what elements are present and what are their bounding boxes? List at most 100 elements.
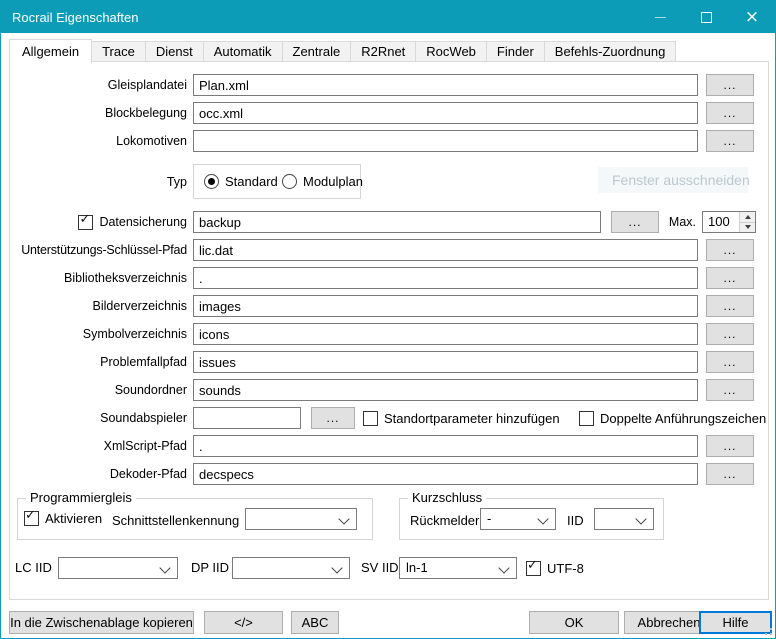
- symbolverzeichnis-label: Symbolverzeichnis: [7, 323, 187, 345]
- radio-standard[interactable]: Standard: [204, 174, 278, 189]
- bibliotheksverzeichnis-browse-button[interactable]: ...: [706, 267, 754, 289]
- sv-iid-value: ln-1: [406, 560, 428, 575]
- lokomotiven-input[interactable]: [193, 130, 698, 152]
- minimize-icon: [655, 17, 666, 18]
- soundordner-input[interactable]: [193, 379, 698, 401]
- tab-r2rnet[interactable]: R2Rnet: [351, 41, 416, 62]
- lc-iid-combo[interactable]: [58, 557, 178, 579]
- kurzschluss-title: Kurzschluss: [408, 490, 486, 506]
- bilderverzeichnis-browse-button[interactable]: ...: [706, 295, 754, 317]
- unterstuetzungs-schluessel-pfad-input[interactable]: [193, 239, 698, 261]
- schnittstellenkennung-combo[interactable]: [245, 508, 357, 530]
- code-button[interactable]: </>: [204, 611, 283, 634]
- standortparameter-label: Standortparameter hinzufügen: [384, 411, 560, 426]
- maximize-button[interactable]: [683, 1, 729, 33]
- gleisplandatei-input[interactable]: [193, 74, 698, 96]
- problemfallpfad-browse-button[interactable]: ...: [706, 351, 754, 373]
- xmlscript-pfad-input[interactable]: [193, 435, 698, 457]
- bibliotheksverzeichnis-input[interactable]: [193, 267, 698, 289]
- resize-grip-icon[interactable]: [760, 623, 772, 635]
- doppelte-anfuehrungszeichen-checkbox[interactable]: Doppelte Anführungszeichen: [579, 407, 766, 429]
- max-value[interactable]: 100: [703, 212, 739, 232]
- abc-button[interactable]: ABC: [291, 611, 339, 634]
- spin-down-icon: [745, 225, 751, 229]
- tab-trace[interactable]: Trace: [92, 41, 146, 62]
- window-title: Rocrail Eigenschaften: [1, 10, 637, 25]
- dekoder-pfad-browse-button[interactable]: ...: [706, 463, 754, 485]
- aktivieren-checkbox-icon[interactable]: ✓: [24, 511, 39, 526]
- doppelte-anfuehrungszeichen-checkbox-icon[interactable]: [579, 411, 594, 426]
- radio-standard-label: Standard: [225, 174, 278, 189]
- rueckmelder-combo[interactable]: -: [480, 508, 556, 530]
- maximize-icon: [701, 12, 712, 23]
- backup-input[interactable]: [193, 211, 601, 233]
- unterstuetzungs-schluessel-pfad-browse-button[interactable]: ...: [706, 239, 754, 261]
- titlebar: Rocrail Eigenschaften ×: [1, 1, 775, 33]
- tab-befehls-zuordnung[interactable]: Befehls-Zuordnung: [545, 41, 677, 62]
- chevron-down-icon: [537, 513, 548, 524]
- sv-iid-combo[interactable]: ln-1: [399, 557, 517, 579]
- tab-automatik[interactable]: Automatik: [204, 41, 283, 62]
- blockbelegung-browse-button[interactable]: ...: [706, 102, 754, 124]
- problemfallpfad-input[interactable]: [193, 351, 698, 373]
- lokomotiven-browse-button[interactable]: ...: [706, 130, 754, 152]
- datensicherung-checkbox-icon[interactable]: ✓: [78, 215, 93, 230]
- standortparameter-checkbox[interactable]: Standortparameter hinzufügen: [363, 407, 560, 429]
- dp-iid-combo[interactable]: [232, 557, 350, 579]
- typ-groupbox: Standard Modulplan: [193, 164, 361, 199]
- utf8-checkbox-icon[interactable]: ✓: [526, 561, 541, 576]
- rueckmelder-label: Rückmelder: [410, 513, 479, 528]
- chevron-down-icon: [635, 513, 646, 524]
- tab-finder[interactable]: Finder: [487, 41, 545, 62]
- spin-up-button[interactable]: [740, 212, 755, 222]
- minimize-button[interactable]: [637, 1, 683, 33]
- programmiergleis-title: Programmiergleis: [26, 490, 136, 506]
- dp-iid-label: DP IID: [191, 560, 229, 575]
- utf8-label: UTF-8: [547, 561, 584, 576]
- tab-allgemein[interactable]: Allgemein: [9, 39, 92, 63]
- symbolverzeichnis-input[interactable]: [193, 323, 698, 345]
- tab-rocweb[interactable]: RocWeb: [416, 41, 487, 62]
- tab-dienst[interactable]: Dienst: [146, 41, 204, 62]
- xmlscript-pfad-browse-button[interactable]: ...: [706, 435, 754, 457]
- tab-zentrale[interactable]: Zentrale: [283, 41, 352, 62]
- blockbelegung-input[interactable]: [193, 102, 698, 124]
- spin-up-icon: [745, 215, 751, 219]
- lokomotiven-label: Lokomotiven: [7, 130, 187, 152]
- chevron-down-icon: [498, 562, 509, 573]
- bilderverzeichnis-input[interactable]: [193, 295, 698, 317]
- dekoder-pfad-input[interactable]: [193, 463, 698, 485]
- programmiergleis-groupbox: Programmiergleis ✓ Aktivieren Schnittste…: [17, 498, 373, 540]
- utf8-checkbox[interactable]: ✓ UTF-8: [526, 557, 584, 579]
- standortparameter-checkbox-icon[interactable]: [363, 411, 378, 426]
- ok-button[interactable]: OK: [529, 611, 619, 634]
- soundabspieler-input[interactable]: [193, 407, 301, 429]
- soundordner-browse-button[interactable]: ...: [706, 379, 754, 401]
- close-button[interactable]: ×: [729, 1, 775, 33]
- radio-standard-icon[interactable]: [204, 174, 219, 189]
- lc-iid-label: LC IID: [15, 560, 52, 575]
- unterstuetzungs-schluessel-pfad-label: Unterstützungs-Schlüssel-Pfad: [7, 239, 187, 261]
- bibliotheksverzeichnis-label: Bibliotheksverzeichnis: [7, 267, 187, 289]
- aktivieren-checkbox[interactable]: ✓ Aktivieren: [24, 511, 102, 526]
- spin-down-button[interactable]: [740, 222, 755, 233]
- doppelte-anfuehrungszeichen-label: Doppelte Anführungszeichen: [600, 411, 766, 426]
- soundabspieler-browse-button[interactable]: ...: [311, 407, 355, 429]
- radio-modulplan-icon[interactable]: [282, 174, 297, 189]
- copy-to-clipboard-button[interactable]: In die Zwischenablage kopieren: [9, 611, 194, 634]
- typ-label: Typ: [7, 171, 187, 193]
- max-spinner[interactable]: 100: [702, 211, 756, 233]
- kurzschluss-iid-combo[interactable]: [594, 508, 654, 530]
- chevron-down-icon: [331, 562, 342, 573]
- gleisplandatei-browse-button[interactable]: ...: [706, 74, 754, 96]
- problemfallpfad-label: Problemfallpfad: [7, 351, 187, 373]
- symbolverzeichnis-browse-button[interactable]: ...: [706, 323, 754, 345]
- blockbelegung-label: Blockbelegung: [7, 102, 187, 124]
- radio-modulplan[interactable]: Modulplan: [282, 174, 363, 189]
- datensicherung-label: Datensicherung: [99, 215, 187, 229]
- rocrail-properties-dialog: Rocrail Eigenschaften × Allgemein Trace …: [0, 0, 776, 639]
- tab-strip: Allgemein Trace Dienst Automatik Zentral…: [9, 37, 676, 62]
- snip-tooltip-ghost: Fenster ausschneiden: [598, 167, 748, 193]
- datensicherung-checkbox[interactable]: ✓ Datensicherung: [7, 211, 187, 233]
- chevron-down-icon: [338, 513, 349, 524]
